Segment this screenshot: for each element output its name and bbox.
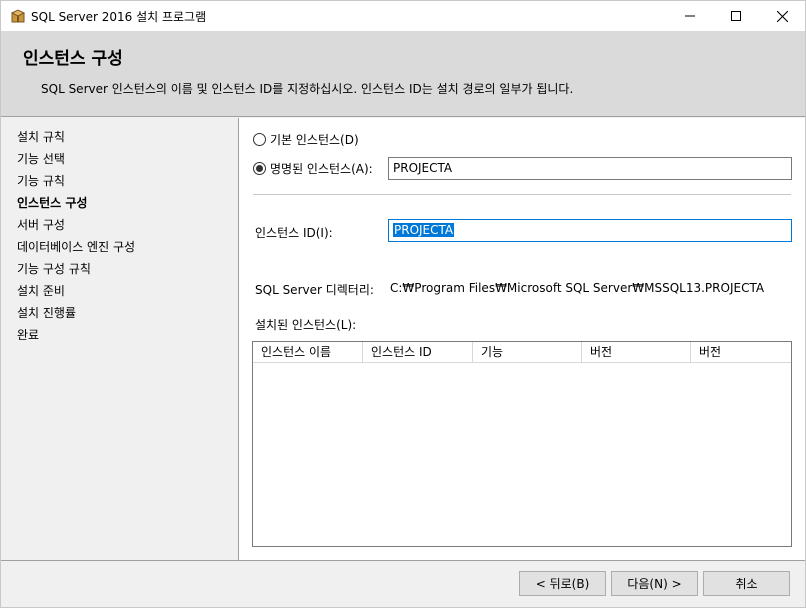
page-header: 인스턴스 구성 SQL Server 인스턴스의 이름 및 인스턴스 ID를 지… bbox=[1, 31, 805, 117]
minimize-button[interactable] bbox=[667, 1, 713, 31]
page-title: 인스턴스 구성 bbox=[23, 49, 123, 69]
nav-item-instance-configuration[interactable]: 인스턴스 구성 bbox=[17, 194, 87, 211]
instance-id-input[interactable]: PROJECTA bbox=[388, 219, 792, 242]
cancel-button[interactable]: 취소 bbox=[703, 571, 790, 596]
title-bar: SQL Server 2016 설치 프로그램 bbox=[1, 1, 805, 31]
default-instance-label: 기본 인스턴스(D) bbox=[270, 133, 359, 147]
nav-item-server-configuration[interactable]: 서버 구성 bbox=[17, 216, 65, 233]
instance-id-label: 인스턴스 ID(I): bbox=[255, 226, 333, 240]
named-instance-label: 명명된 인스턴스(A): bbox=[270, 162, 373, 176]
wizard-footer: < 뒤로(B) 다음(N) > 취소 bbox=[1, 560, 805, 607]
nav-item-install-rules[interactable]: 설치 규칙 bbox=[17, 128, 65, 145]
installed-instances-table[interactable]: 인스턴스 이름 인스턴스 ID 기능 버전 버전 bbox=[252, 341, 792, 547]
nav-item-complete[interactable]: 완료 bbox=[17, 326, 39, 343]
instance-id-selected-text: PROJECTA bbox=[393, 223, 455, 237]
named-instance-radio[interactable] bbox=[253, 162, 266, 175]
maximize-icon bbox=[731, 11, 741, 21]
step-navigation: 설치 규칙 기능 선택 기능 규칙 인스턴스 구성 서버 구성 데이터베이스 엔… bbox=[1, 118, 239, 560]
directory-value: C:₩Program Files₩Microsoft SQL Server₩MS… bbox=[390, 281, 765, 295]
sql-setup-box-icon bbox=[10, 9, 26, 23]
back-button[interactable]: < 뒤로(B) bbox=[519, 571, 606, 596]
nav-item-ready-to-install[interactable]: 설치 준비 bbox=[17, 282, 65, 299]
column-header-instance-id[interactable]: 인스턴스 ID bbox=[363, 342, 473, 363]
close-icon bbox=[776, 10, 788, 22]
column-header-edition[interactable]: 버전 bbox=[582, 342, 691, 363]
column-header-features[interactable]: 기능 bbox=[473, 342, 582, 363]
page-description: SQL Server 인스턴스의 이름 및 인스턴스 ID를 지정하십시오. 인… bbox=[41, 82, 574, 96]
nav-item-feature-selection[interactable]: 기능 선택 bbox=[17, 150, 65, 167]
setup-window: SQL Server 2016 설치 프로그램 인스턴스 구성 SQL Serv… bbox=[0, 0, 806, 608]
column-header-version[interactable]: 버전 bbox=[691, 342, 791, 363]
nav-item-database-engine-configuration[interactable]: 데이터베이스 엔진 구성 bbox=[17, 238, 135, 255]
maximize-button[interactable] bbox=[713, 1, 759, 31]
nav-item-installation-progress[interactable]: 설치 진행률 bbox=[17, 304, 76, 321]
default-instance-option[interactable]: 기본 인스턴스(D) bbox=[253, 131, 359, 148]
default-instance-radio[interactable] bbox=[253, 133, 266, 146]
minimize-icon bbox=[685, 15, 695, 17]
table-header: 인스턴스 이름 인스턴스 ID 기능 버전 버전 bbox=[253, 342, 791, 363]
named-instance-option[interactable]: 명명된 인스턴스(A): bbox=[253, 160, 373, 177]
nav-item-feature-configuration-rules[interactable]: 기능 구성 규칙 bbox=[17, 260, 91, 277]
section-divider bbox=[253, 194, 791, 195]
next-button[interactable]: 다음(N) > bbox=[611, 571, 698, 596]
column-header-instance-name[interactable]: 인스턴스 이름 bbox=[253, 342, 363, 363]
close-button[interactable] bbox=[759, 1, 805, 31]
named-instance-input[interactable]: PROJECTA bbox=[388, 157, 792, 180]
directory-label: SQL Server 디렉터리: bbox=[255, 283, 374, 297]
installed-instances-label: 설치된 인스턴스(L): bbox=[255, 318, 357, 332]
instance-configuration-panel: 기본 인스턴스(D) 명명된 인스턴스(A): PROJECTA 인스턴스 ID… bbox=[239, 118, 805, 560]
window-title: SQL Server 2016 설치 프로그램 bbox=[31, 10, 207, 24]
nav-item-feature-rules[interactable]: 기능 규칙 bbox=[17, 172, 65, 189]
